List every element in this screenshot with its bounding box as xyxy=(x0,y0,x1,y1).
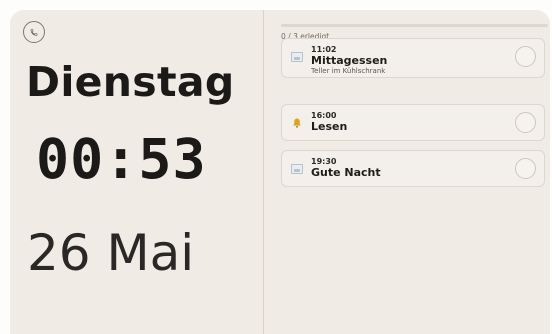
date-label: 26 Mai xyxy=(27,224,195,282)
task-complete-checkbox[interactable] xyxy=(515,46,536,67)
task-subtitle: Teller im Kühlschrank xyxy=(311,67,386,75)
task-title: Gute Nacht xyxy=(311,166,381,179)
task-panel: 0 / 3 erledigt 11:02 Mittagessen Teller … xyxy=(264,10,550,334)
weekday-label: Dienstag xyxy=(26,58,235,106)
task-item-lesen[interactable]: 16:00 Lesen xyxy=(281,104,545,141)
image-icon xyxy=(290,50,304,64)
task-time: 11:02 xyxy=(311,45,337,54)
task-time: 19:30 xyxy=(311,157,337,166)
task-complete-checkbox[interactable] xyxy=(515,158,536,179)
progress-bar xyxy=(281,24,548,27)
task-item-gute-nacht[interactable]: 19:30 Gute Nacht xyxy=(281,150,545,187)
task-time: 16:00 xyxy=(311,111,337,120)
task-title: Lesen xyxy=(311,120,348,133)
phone-icon xyxy=(30,28,38,36)
task-title: Mittagessen xyxy=(311,54,388,67)
call-button[interactable] xyxy=(23,21,45,43)
dashboard-panel: Dienstag 00:53 26 Mai 0 / 3 erledigt 11:… xyxy=(10,10,550,334)
task-item-mittagessen[interactable]: 11:02 Mittagessen Teller im Kühlschrank xyxy=(281,38,545,78)
bell-icon xyxy=(290,116,304,130)
task-complete-checkbox[interactable] xyxy=(515,112,536,133)
clock-time: 00:53 xyxy=(36,127,207,191)
image-icon xyxy=(290,162,304,176)
clock-panel: Dienstag 00:53 26 Mai xyxy=(10,10,264,334)
